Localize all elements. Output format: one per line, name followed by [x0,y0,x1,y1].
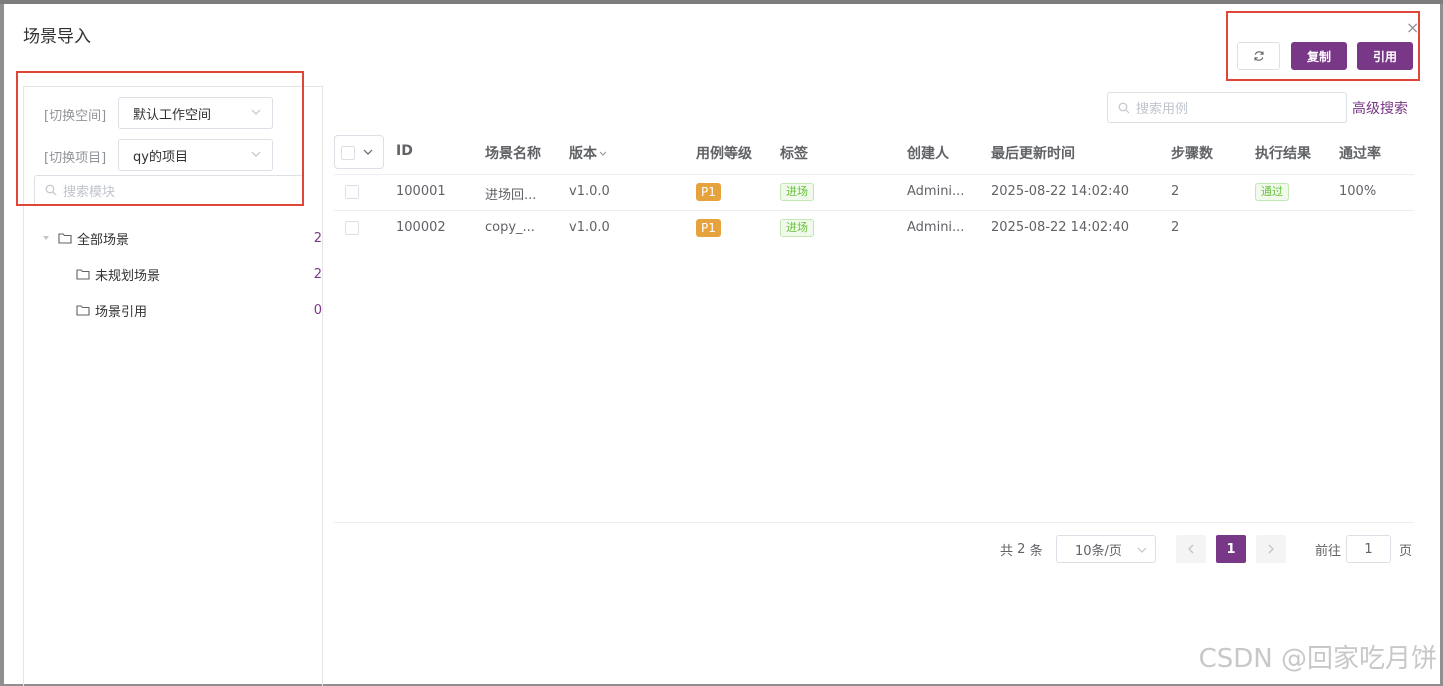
cell-name: copy_... [485,220,535,235]
tree-node-label: 全部场景 [77,232,130,248]
chevron-left-icon [1188,544,1194,554]
cell-creator: Admini... [907,220,965,235]
table-row[interactable]: 100002 copy_... v1.0.0 P1 进场 Admini... 2… [334,211,1414,247]
select-all-checkbox[interactable] [341,146,355,160]
level-badge: P1 [696,183,721,201]
cell-version: v1.0.0 [569,220,610,235]
header-name: 场景名称 [485,146,541,162]
dialog-title: 场景导入 [23,27,91,47]
folder-icon [58,233,72,244]
goto-suffix: 页 [1399,543,1413,559]
refresh-button[interactable] [1237,42,1280,70]
caret-down-icon [43,236,49,240]
chevron-down-icon [599,151,607,156]
tree-node-label: 场景引用 [95,304,148,320]
scene-import-dialog: 场景导入 × 复制 引用 [切换空间] 默认工作空间 [切换项目] qy的项目 … [4,4,1440,686]
cell-id: 100001 [396,184,446,199]
table-row[interactable]: 100001 进场回... v1.0.0 P1 进场 Admini... 202… [334,175,1414,211]
advanced-search-link[interactable]: 高级搜索 [1352,98,1408,118]
row-checkbox[interactable] [345,221,359,235]
page-size-value: 10条/页 [1075,543,1122,559]
tree-node-all[interactable]: 全部场景 2 [42,227,322,249]
cell-steps: 2 [1171,220,1180,235]
tree-node-count: 2 [313,230,322,246]
level-badge: P1 [696,219,721,237]
goto-page-input[interactable]: 1 [1346,535,1391,563]
total-prefix: 共 [1000,543,1014,559]
header-level: 用例等级 [696,146,752,162]
chevron-down-icon [363,149,373,155]
header-tag: 标签 [780,146,808,162]
copy-button[interactable]: 复制 [1291,42,1347,70]
tag-badge: 进场 [780,183,814,201]
cell-level: P1 [696,219,721,237]
tree-node-unplanned[interactable]: 未规划场景 2 [42,263,322,285]
tag-badge: 进场 [780,219,814,237]
cell-version: v1.0.0 [569,184,610,199]
cell-updated: 2025-08-22 14:02:40 [991,220,1130,235]
watermark: CSDN @回家吃月饼 [1198,644,1437,674]
next-page-button[interactable] [1256,535,1286,563]
header-pass-rate: 通过率 [1339,146,1381,162]
chevron-right-icon [1268,544,1274,554]
cell-result: 通过 [1255,183,1289,201]
select-all-dropdown[interactable] [334,135,384,169]
chevron-down-icon [1137,547,1147,553]
tree-node-reference[interactable]: 场景引用 0 [42,299,322,321]
cell-tag: 进场 [780,183,814,201]
sidebar-highlight-box [16,71,304,206]
reference-button[interactable]: 引用 [1357,42,1413,70]
total-count: 2 [1017,541,1026,557]
header-version: 版本 [569,146,597,162]
cell-pass-rate: 100% [1339,184,1377,199]
header-version-sortable[interactable]: 版本 [569,143,607,163]
tree-node-label: 未规划场景 [95,268,161,284]
pagination-total: 共 2 条 [1000,535,1043,563]
page-size-select[interactable]: 10条/页 [1056,535,1156,563]
cell-level: P1 [696,183,721,201]
header-creator: 创建人 [907,146,949,162]
tree-node-count: 0 [313,302,322,318]
cell-name: 进场回... [485,188,537,203]
table-bottom-divider [334,522,1414,523]
cell-steps: 2 [1171,184,1180,199]
cell-tag: 进场 [780,219,814,237]
header-updated: 最后更新时间 [991,146,1075,162]
folder-icon [76,269,90,280]
result-badge: 通过 [1255,183,1289,201]
total-suffix: 条 [1029,543,1043,559]
header-id: ID [396,143,413,159]
header-steps: 步骤数 [1171,146,1213,162]
row-checkbox[interactable] [345,185,359,199]
prev-page-button[interactable] [1176,535,1206,563]
cell-creator: Admini... [907,184,965,199]
tree-node-count: 2 [313,266,322,282]
header-result: 执行结果 [1255,146,1311,162]
refresh-icon [1253,51,1264,61]
cell-id: 100002 [396,220,446,235]
search-icon [1118,102,1130,113]
page-1-button[interactable]: 1 [1216,535,1246,563]
case-search-input[interactable]: 搜索用例 [1107,92,1347,123]
case-search-placeholder: 搜索用例 [1136,102,1189,117]
goto-label: 前往 [1315,543,1342,559]
cell-updated: 2025-08-22 14:02:40 [991,184,1130,199]
folder-icon [76,305,90,316]
